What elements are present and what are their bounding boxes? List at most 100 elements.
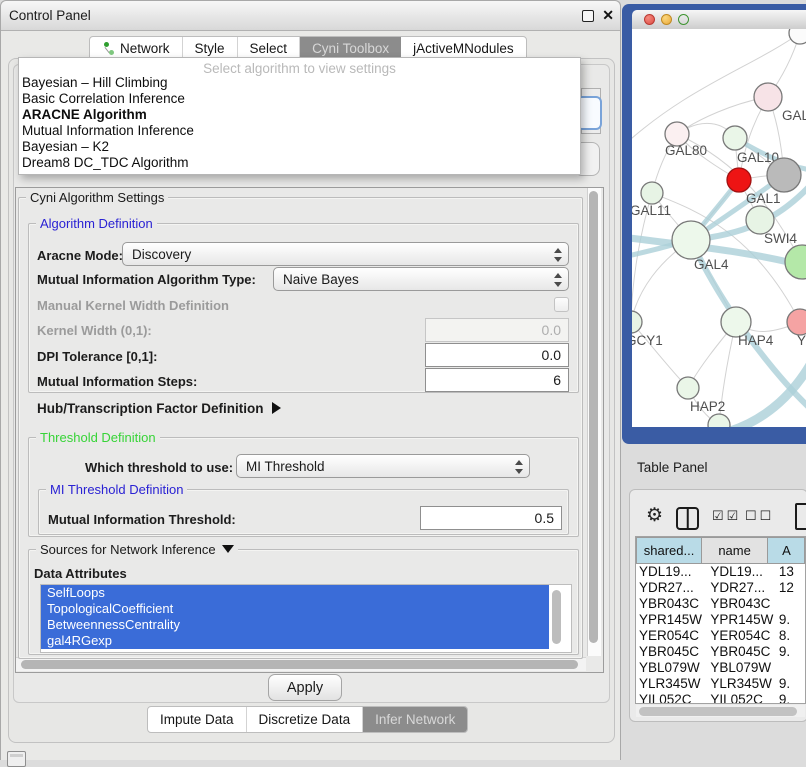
table-row[interactable]: YBL079WYBL079W <box>636 660 805 676</box>
network-node-swi4[interactable] <box>746 206 774 234</box>
tab-infer-network[interactable]: Infer Network <box>363 707 467 732</box>
column-header-a[interactable]: A <box>768 537 805 564</box>
data-attributes-label: Data Attributes <box>34 566 127 581</box>
table-row[interactable]: YDR27...YDR27...12 <box>636 580 805 596</box>
which-threshold-combo[interactable]: MI Threshold <box>236 454 530 478</box>
table-cell: YBR045C <box>706 644 776 660</box>
manual-kernel-checkbox[interactable] <box>554 297 569 312</box>
table-hscrollbar-thumb[interactable] <box>639 707 797 716</box>
mi-threshold-value: 0.5 <box>535 510 554 526</box>
network-window-titlebar[interactable] <box>632 10 806 30</box>
algorithm-definition-title: Algorithm Definition <box>36 216 157 231</box>
mi-algorithm-type-combo[interactable]: Naive Bayes <box>273 267 569 291</box>
attribute-item-gal4rgexp[interactable]: gal4RGexp <box>41 633 549 649</box>
minimize-traffic-light[interactable] <box>661 14 672 25</box>
manual-kernel-label: Manual Kernel Width Definition <box>37 298 229 313</box>
network-node-hap2[interactable] <box>677 377 699 399</box>
select-all-columns-icon[interactable]: ☑☑ <box>712 508 741 524</box>
network-node[interactable] <box>708 414 730 427</box>
node-label: Y <box>797 333 806 348</box>
node-label: GAL2 <box>782 108 806 123</box>
network-node-gal4[interactable] <box>672 221 710 259</box>
table-row[interactable]: YLR345WYLR345W9. <box>636 676 805 692</box>
algorithm-option-aracne-algorithm[interactable]: ARACNE Algorithm <box>19 107 580 123</box>
which-threshold-value: MI Threshold <box>246 459 325 474</box>
tab-label: Impute Data <box>160 712 234 727</box>
network-tab-icon <box>102 41 115 56</box>
table-cell: YDR27... <box>706 580 776 596</box>
mi-threshold-field[interactable]: 0.5 <box>420 506 562 530</box>
close-traffic-light[interactable] <box>644 14 655 25</box>
table-cell: YDL19... <box>706 564 776 580</box>
table-header-row: shared...nameA <box>636 537 805 564</box>
table-cell <box>777 660 805 676</box>
network-node-gal11[interactable] <box>641 182 663 204</box>
algorithm-popup: Select algorithm to view settings Bayesi… <box>18 57 581 175</box>
table-body: YDL19...YDL19...13YDR27...YDR27...12YBR0… <box>636 564 805 704</box>
tab-label: Infer Network <box>375 712 455 727</box>
close-icon[interactable]: ✕ <box>602 7 614 24</box>
table-row[interactable]: YBR043CYBR043C <box>636 596 805 612</box>
zoom-traffic-light[interactable] <box>678 14 689 25</box>
attribute-item-topologicalcoefficient[interactable]: TopologicalCoefficient <box>41 601 549 617</box>
tab-discretize-data[interactable]: Discretize Data <box>247 707 364 732</box>
column-header-name[interactable]: name <box>702 537 768 564</box>
network-node[interactable] <box>767 158 801 192</box>
new-table-icon[interactable] <box>795 503 806 530</box>
algorithm-option-dream8-dc-tdc-algorithm[interactable]: Dream8 DC_TDC Algorithm <box>19 155 580 171</box>
table-row[interactable]: YPR145WYPR145W9. <box>636 612 805 628</box>
mi-steps-field[interactable]: 6 <box>425 368 569 392</box>
attributes-scrollbar-thumb[interactable] <box>552 590 561 644</box>
table-cell: YDR27... <box>636 580 706 596</box>
mi-type-label: Mutual Information Algorithm Type: <box>37 272 256 287</box>
mi-steps-value: 6 <box>553 372 561 388</box>
apply-button-label: Apply <box>287 680 323 696</box>
gear-icon[interactable]: ⚙ <box>646 504 663 527</box>
network-node-gal10[interactable] <box>723 126 747 150</box>
hub-tf-label: Hub/Transcription Factor Definition <box>37 401 264 416</box>
node-label: GAL11 <box>632 203 671 218</box>
network-node-y[interactable] <box>787 309 806 335</box>
table-row[interactable]: YIL052CYIL052C9. <box>636 692 805 704</box>
attribute-item-selfloops[interactable]: SelfLoops <box>41 585 549 601</box>
aracne-mode-combo[interactable]: Discovery <box>122 242 569 266</box>
settings-hscrollbar-thumb[interactable] <box>21 660 578 669</box>
table-row[interactable]: YBR045CYBR045C9. <box>636 644 805 660</box>
control-panel-titlebar[interactable]: Control Panel ✕ <box>1 1 620 31</box>
maximize-icon[interactable] <box>582 10 594 22</box>
apply-button[interactable]: Apply <box>268 674 342 701</box>
hub-tf-toggle[interactable]: Hub/Transcription Factor Definition <box>37 401 281 416</box>
network-node-gal1[interactable] <box>727 168 751 192</box>
aracne-mode-value: Discovery <box>132 247 191 262</box>
minimized-panel-icon[interactable] <box>7 751 26 767</box>
algorithm-option-mutual-information-inference[interactable]: Mutual Information Inference <box>19 123 580 139</box>
table-cell: 8. <box>777 628 805 644</box>
algorithm-option-bayesian-hill-climbing[interactable]: Bayesian – Hill Climbing <box>19 75 580 91</box>
threshold-definition-title: Threshold Definition <box>36 430 160 445</box>
dpi-tolerance-label: DPI Tolerance [0,1]: <box>37 349 157 364</box>
table-row[interactable]: YDL19...YDL19...13 <box>636 564 805 580</box>
table-cell: YBL079W <box>636 660 706 676</box>
network-node[interactable] <box>789 29 806 44</box>
algorithm-option-bayesian-k2[interactable]: Bayesian – K2 <box>19 139 580 155</box>
dpi-tolerance-field[interactable]: 0.0 <box>425 343 569 367</box>
attribute-item-betweennesscentrality[interactable]: BetweennessCentrality <box>41 617 549 633</box>
table-row[interactable]: YER054CYER054C8. <box>636 628 805 644</box>
tab-impute-data[interactable]: Impute Data <box>148 707 247 732</box>
algorithm-option-basic-correlation-inference[interactable]: Basic Correlation Inference <box>19 91 580 107</box>
network-node-gal2[interactable] <box>754 83 782 111</box>
table-cell: YPR145W <box>706 612 776 628</box>
column-header-shared-[interactable]: shared... <box>636 537 702 564</box>
unselect-all-columns-icon[interactable]: ☐☐ <box>745 508 774 524</box>
table-cell: YBR045C <box>636 644 706 660</box>
network-node[interactable] <box>785 245 806 279</box>
split-columns-icon[interactable] <box>676 507 699 530</box>
network-node-gcy1[interactable] <box>632 311 642 333</box>
settings-vscrollbar-thumb[interactable] <box>589 191 598 643</box>
network-canvas[interactable]: GAL2GAL80GAL10GAL1GAL11SWI4GAL4GCY1HAP4Y… <box>632 29 806 427</box>
sources-title[interactable]: Sources for Network Inference <box>36 542 238 557</box>
table-cell: YBL079W <box>706 660 776 676</box>
algorithm-popup-header: Select algorithm to view settings <box>19 58 580 75</box>
kernel-width-field[interactable]: 0.0 <box>425 318 569 342</box>
node-table: shared...nameA YDL19...YDL19...13YDR27..… <box>635 536 806 704</box>
